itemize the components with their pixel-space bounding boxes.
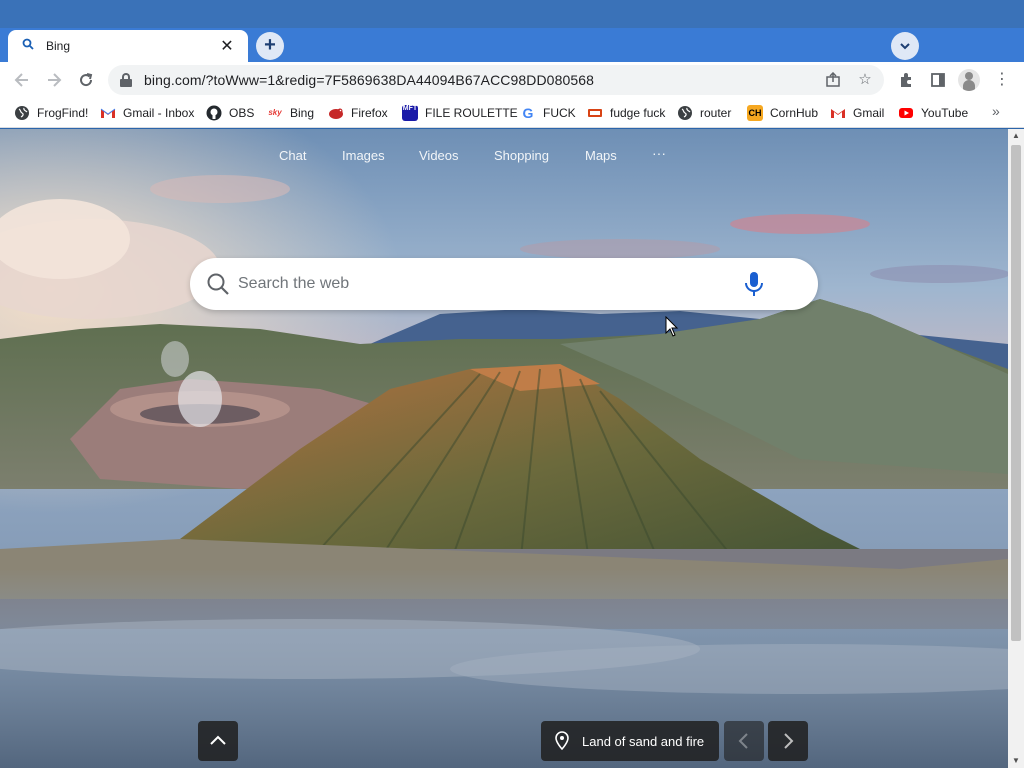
ch-icon: CH [747,105,763,121]
tab-close-icon[interactable]: ✕ [218,36,236,56]
vertical-scrollbar[interactable]: ▲ ▼ [1008,129,1024,768]
youtube-icon [898,105,914,121]
bookmark-label: Firefox [351,106,388,120]
tab-strip: Bing ✕ + [0,28,1024,62]
image-icon [587,105,603,121]
bing-nav-maps[interactable]: Maps [585,148,617,168]
gmail-icon [830,105,846,121]
location-pin-icon [554,731,570,751]
bookmark-label: Bing [290,106,315,120]
browser-toolbar: bing.com/?toWww=1&redig=7F5869638DA44094… [0,62,1024,98]
bookmark-item[interactable]: YouTube [898,103,968,123]
search-favicon-icon [20,38,36,54]
bookmark-label: YouTube [921,106,969,120]
tab-bing[interactable]: Bing ✕ [8,30,248,62]
search-icon [206,272,230,296]
sky-icon: sky [268,108,282,117]
bing-nav-more[interactable]: ··· [652,145,666,165]
next-image-button[interactable] [768,721,808,761]
bookmark-item[interactable]: fudge fuck [587,103,665,123]
share-icon[interactable] [822,69,844,91]
bookmark-label: CornHub [770,106,819,120]
bing-homepage: Chat Images Videos Shopping Maps ··· Lan… [0,129,1008,768]
bookmark-item[interactable]: CH CornHub [747,103,818,123]
bookmark-item[interactable]: OBS [206,103,254,123]
bookmark-label: fudge fuck [610,106,666,120]
bookmark-item[interactable]: sky Bing [267,103,314,123]
lock-icon[interactable] [120,73,132,87]
bing-nav-images[interactable]: Images [342,148,385,168]
forward-button[interactable] [42,68,66,92]
mft-icon: MFT [402,105,418,121]
bookmark-item[interactable]: G FUCK [520,103,576,123]
gmail-icon [100,105,116,121]
window-title-bar [0,0,1024,28]
bing-nav-videos[interactable]: Videos [419,148,459,168]
scroll-down-arrow-icon[interactable]: ▼ [1008,754,1024,768]
back-button[interactable] [10,68,34,92]
bookmarks-bar: FrogFind! Gmail - Inbox OBS sky Bing Fir… [0,98,1024,128]
bookmark-item[interactable]: Firefox [328,103,388,123]
bird-icon [328,105,344,121]
bookmark-label: FUCK [543,106,576,120]
google-icon: G [522,105,534,121]
more-bookmarks-icon[interactable]: » [992,103,1000,119]
scroll-thumb[interactable] [1011,145,1021,641]
bing-nav-shopping[interactable]: Shopping [494,148,549,168]
bookmark-item[interactable]: Gmail [830,103,884,123]
bookmark-item[interactable]: router [677,103,731,123]
bookmark-item[interactable]: FrogFind! [14,103,88,123]
search-input[interactable] [238,270,718,298]
tab-search-button[interactable] [891,32,919,60]
microphone-icon[interactable] [742,270,766,298]
bookmark-item[interactable]: Gmail - Inbox [100,103,194,123]
bookmark-star-icon[interactable]: ☆ [854,69,876,91]
bookmark-label: Gmail [853,106,885,120]
scroll-up-arrow-icon[interactable]: ▲ [1008,129,1024,143]
image-caption: Land of sand and fire [582,733,705,749]
globe-icon [677,105,693,121]
previous-image-button[interactable] [724,721,764,761]
background-landscape-image [0,129,1008,768]
image-caption-button[interactable]: Land of sand and fire [541,721,719,761]
tab-title: Bing [46,39,71,53]
bing-nav-chat[interactable]: Chat [279,148,306,168]
profile-avatar[interactable] [958,69,980,91]
reload-button[interactable] [74,68,98,92]
bookmark-label: router [700,106,732,120]
globe-icon [14,105,30,121]
bookmark-label: FrogFind! [37,106,89,120]
address-bar[interactable]: bing.com/?toWww=1&redig=7F5869638DA44094… [108,65,884,95]
bookmark-label: OBS [229,106,255,120]
bookmark-label: FILE ROULETTE [425,106,518,120]
github-icon [206,105,222,121]
new-tab-button[interactable]: + [256,32,284,60]
side-panel-icon[interactable] [926,68,950,92]
address-url: bing.com/?toWww=1&redig=7F5869638DA44094… [144,72,594,88]
bookmark-label: Gmail - Inbox [123,106,195,120]
extensions-icon[interactable] [894,68,918,92]
bookmark-item[interactable]: MFT FILE ROULETTE [402,103,518,123]
mouse-cursor-icon [665,316,679,337]
search-box[interactable] [190,258,818,310]
menu-kebab-icon[interactable]: ⋮ [990,68,1014,92]
scroll-up-button[interactable] [198,721,238,761]
